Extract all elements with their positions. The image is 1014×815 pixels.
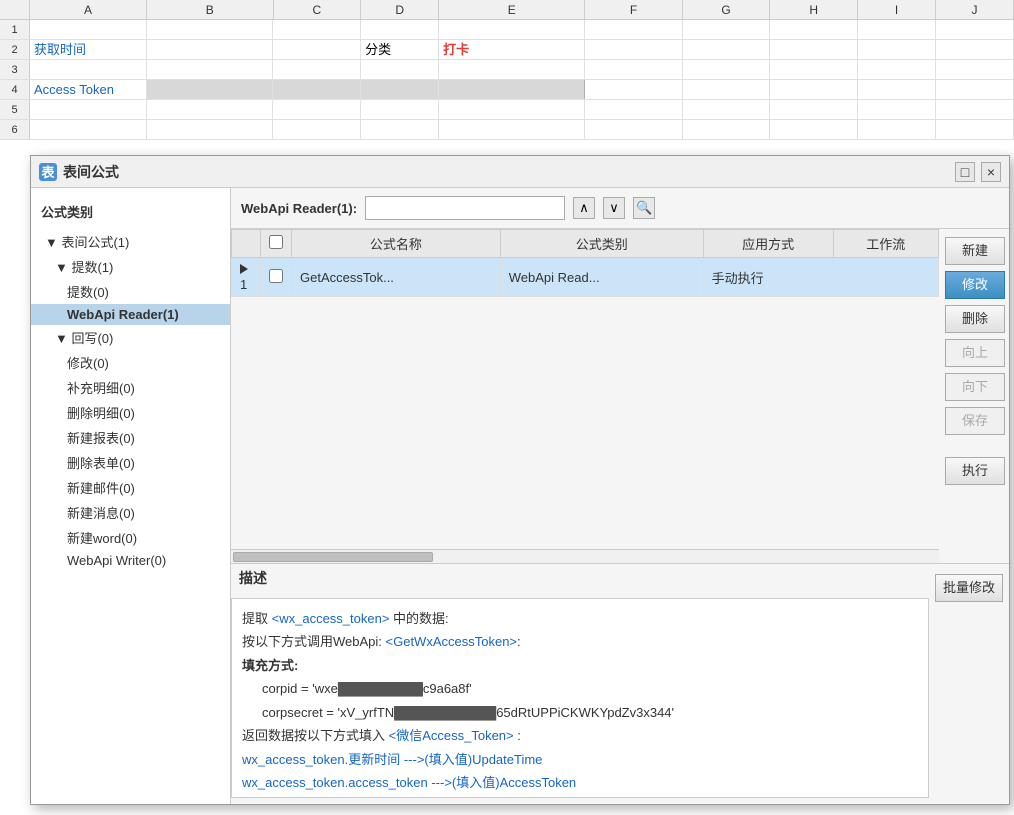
search-button[interactable]: 🔍: [633, 197, 655, 219]
col-h: H: [770, 0, 858, 19]
tree-item-xinjianword[interactable]: 新建word(0): [31, 525, 230, 550]
tree-item-buchongmingxi[interactable]: 补充明细(0): [31, 375, 230, 400]
desc-line-4: corpid = 'wxe██████████c9a6a8f': [242, 677, 918, 701]
tree-item-tishu[interactable]: ▼ 提数(1): [31, 254, 230, 279]
col-d: D: [361, 0, 439, 19]
right-toolbar: WebApi Reader(1): ∧ ∨ 🔍: [231, 188, 1009, 229]
row-checkbox[interactable]: [269, 269, 283, 283]
sheet-row-1: 1: [0, 20, 1014, 40]
desc-line-8: wx_access_token.access_token --->(填入值)Ac…: [242, 771, 918, 794]
desc-line-2: 按以下方式调用WebApi: <GetWxAccessToken>:: [242, 630, 918, 653]
col-i: I: [858, 0, 936, 19]
formula-name-cell[interactable]: GetAccessTok...: [292, 258, 501, 297]
cell-2e[interactable]: 打卡: [439, 40, 585, 59]
spreadsheet-background: A B C D E F G H I J 1 2 获取时间: [0, 0, 1014, 160]
sheet-row-6: 6: [0, 120, 1014, 140]
batch-btn-area: 批量修改: [929, 564, 1009, 804]
col-header-apply-method: 应用方式: [703, 230, 833, 258]
formula-category-header: 公式类别: [31, 198, 230, 229]
close-button[interactable]: ×: [981, 162, 1001, 182]
search-input[interactable]: [365, 196, 565, 220]
nav-up-button[interactable]: ∧: [573, 197, 595, 219]
sheet-row-3: 3: [0, 60, 1014, 80]
table-row[interactable]: 1 GetAccessTok... WebApi Read... 手动执行: [232, 258, 939, 297]
description-area: 描述 提取 <wx_access_token> 中的数据: 按以下方式调用Web…: [231, 563, 1009, 804]
tree-item-huixie[interactable]: ▼ 回写(0): [31, 325, 230, 350]
formula-table: 公式名称 公式类别 应用方式 工作流 1: [231, 229, 939, 297]
dialog-title-icon: 表: [39, 163, 57, 181]
down-button[interactable]: 向下: [945, 373, 1005, 401]
col-c: C: [274, 0, 362, 19]
sheet-row-5: 5: [0, 100, 1014, 120]
cell-2a[interactable]: 获取时间: [30, 40, 147, 59]
new-button[interactable]: 新建: [945, 237, 1005, 265]
desc-line-7: wx_access_token.更新时间 --->(填入值)UpdateTime: [242, 748, 918, 771]
desc-line-1: 提取 <wx_access_token> 中的数据:: [242, 607, 918, 630]
tree-item-xiugai[interactable]: 修改(0): [31, 350, 230, 375]
col-j: J: [936, 0, 1014, 19]
content-area: 公式名称 公式类别 应用方式 工作流 1: [231, 229, 1009, 563]
cell-4a[interactable]: Access Token: [30, 80, 147, 99]
row-num-header: [0, 0, 30, 19]
dialog-title-text: 表间公式: [63, 162, 949, 182]
desc-line-5: corpsecret = 'xV_yrfTN████████████65dRtU…: [242, 701, 918, 725]
minimize-button[interactable]: □: [955, 162, 975, 182]
description-header: 描述: [231, 564, 929, 592]
tree-item-xinjianbiaobiao[interactable]: 新建报表(0): [31, 425, 230, 450]
up-button[interactable]: 向上: [945, 339, 1005, 367]
nav-down-button[interactable]: ∨: [603, 197, 625, 219]
row-indicator: 1: [232, 258, 261, 297]
col-header-checkbox: [261, 230, 292, 258]
tree-item-shanchubiaodann[interactable]: 删除表单(0): [31, 450, 230, 475]
col-e: E: [439, 0, 585, 19]
col-g: G: [683, 0, 771, 19]
col-header-formula-type: 公式类别: [500, 230, 703, 258]
col-b: B: [147, 0, 274, 19]
workflow-cell: [833, 258, 938, 297]
tree-item-tishu0[interactable]: 提数(0): [31, 279, 230, 304]
tree-item-shanchumingxi[interactable]: 删除明细(0): [31, 400, 230, 425]
tree-item-xinjiaxiaoxi[interactable]: 新建消息(0): [31, 500, 230, 525]
tree-item-webapi-writer[interactable]: WebApi Writer(0): [31, 550, 230, 571]
col-f: F: [585, 0, 682, 19]
col-header-formula-name: 公式名称: [292, 230, 501, 258]
desc-line-6: 返回数据按以下方式填入 <微信Access_Token> :: [242, 724, 918, 747]
spreadsheet-rows: 1 2 获取时间 分类 打卡 3: [0, 20, 1014, 140]
sheet-row-4: 4 Access Token: [0, 80, 1014, 100]
table-header-row: 公式名称 公式类别 应用方式 工作流: [232, 230, 939, 258]
table-area: 公式名称 公式类别 应用方式 工作流 1: [231, 229, 939, 563]
delete-button[interactable]: 删除: [945, 305, 1005, 333]
cell-2d[interactable]: 分类: [361, 40, 439, 59]
dialog-titlebar: 表 表间公式 □ ×: [31, 156, 1009, 188]
table-scroll[interactable]: 公式名称 公式类别 应用方式 工作流 1: [231, 229, 939, 549]
tree-item-xinjiaoyoujian[interactable]: 新建邮件(0): [31, 475, 230, 500]
col-header-workflow: 工作流: [833, 230, 938, 258]
execute-button[interactable]: 执行: [945, 457, 1005, 485]
toolbar-label: WebApi Reader(1):: [241, 201, 357, 216]
column-headers: A B C D E F G H I J: [0, 0, 1014, 20]
dialog-body: 公式类别 ▼ 表间公式(1) ▼ 提数(1) 提数(0) WebApi Read…: [31, 188, 1009, 804]
scrollbar-thumb[interactable]: [233, 552, 433, 562]
action-buttons: 新建 修改 删除 向上 向下 保存 执行: [939, 229, 1009, 563]
description-box: 提取 <wx_access_token> 中的数据: 按以下方式调用WebApi…: [231, 598, 929, 798]
tree-item-tablejian[interactable]: ▼ 表间公式(1): [31, 229, 230, 254]
row-triangle-icon: [240, 264, 248, 274]
sheet-row-2: 2 获取时间 分类 打卡: [0, 40, 1014, 60]
apply-method-cell[interactable]: 手动执行: [703, 258, 833, 297]
desc-line-3: 填充方式:: [242, 654, 918, 677]
dialog-tablejianformula: 表 表间公式 □ × 公式类别 ▼ 表间公式(1) ▼ 提数(1) 提数(0) …: [30, 155, 1010, 805]
select-all-checkbox[interactable]: [269, 235, 283, 249]
col-a: A: [30, 0, 147, 19]
save-button[interactable]: 保存: [945, 407, 1005, 435]
edit-button[interactable]: 修改: [945, 271, 1005, 299]
batch-modify-button[interactable]: 批量修改: [935, 574, 1003, 602]
right-panel: WebApi Reader(1): ∧ ∨ 🔍: [231, 188, 1009, 804]
horizontal-scrollbar[interactable]: [231, 549, 939, 563]
row-checkbox-cell[interactable]: [261, 258, 292, 297]
formula-type-cell[interactable]: WebApi Read...: [500, 258, 703, 297]
col-header-indicator: [232, 230, 261, 258]
formula-category-panel: 公式类别 ▼ 表间公式(1) ▼ 提数(1) 提数(0) WebApi Read…: [31, 188, 231, 804]
tree-item-webapi-reader[interactable]: WebApi Reader(1): [31, 304, 230, 325]
